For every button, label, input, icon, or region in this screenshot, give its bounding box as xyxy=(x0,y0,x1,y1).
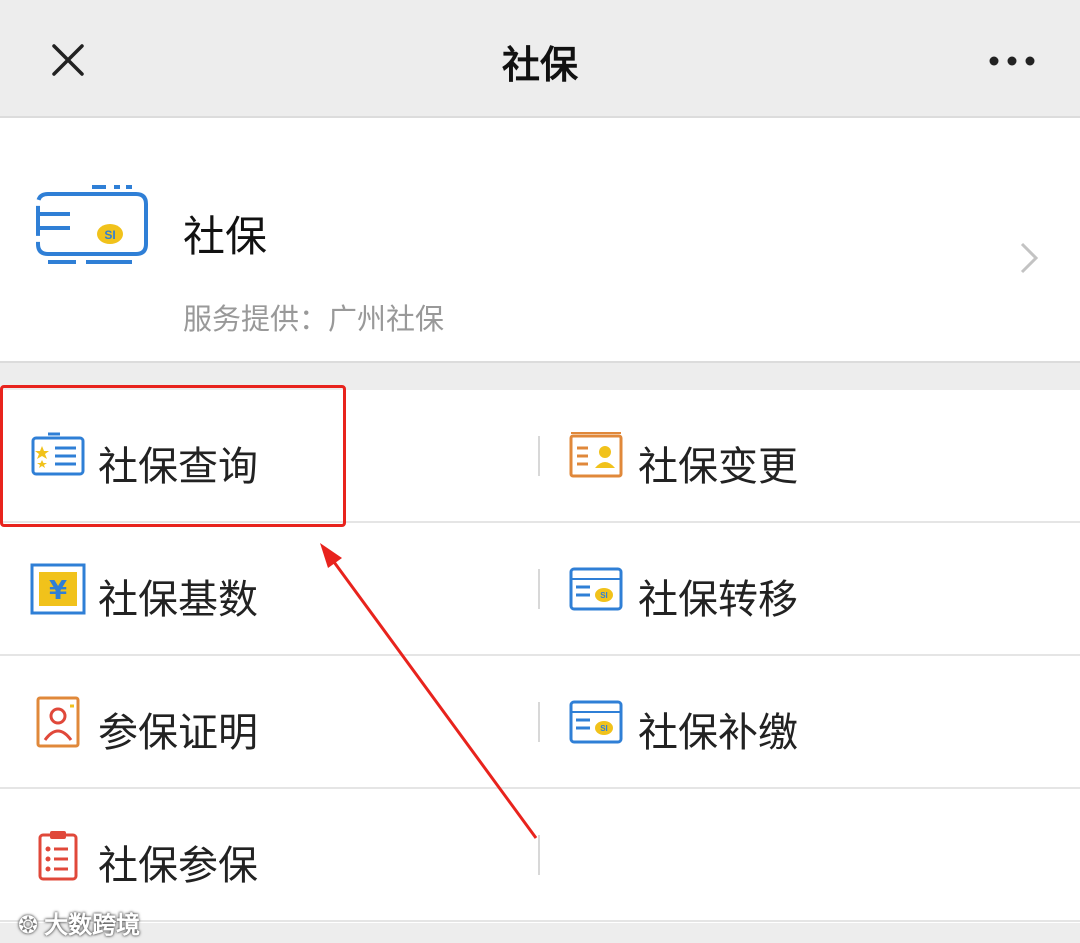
grid-row: 参保证明 SI 社保补缴 xyxy=(0,656,1080,789)
service-name: 社保 xyxy=(183,212,268,261)
grid-item-label: 社保变更 xyxy=(638,444,798,490)
grid-item-label: 社保基数 xyxy=(98,577,258,623)
watermark-logo-icon: ❂ xyxy=(18,911,39,939)
grid-item-label: 社保查询 xyxy=(98,444,258,490)
profile-card-icon xyxy=(569,432,623,478)
yuan-icon: ¥ xyxy=(30,563,86,615)
top-bar: 社保 xyxy=(0,0,1080,118)
grid-item-si-query[interactable]: 社保查询 xyxy=(0,390,540,521)
watermark: ❂ 大数跨境 xyxy=(18,905,140,940)
grid-item-label: 社保参保 xyxy=(98,843,258,889)
service-grid: 社保查询 社保变更 ¥ 社保基数 SI 社保转移 参保证明 SI 社保补缴 社保… xyxy=(0,390,1080,923)
watermark-text: 大数跨境 xyxy=(44,911,141,939)
id-card-icon xyxy=(31,432,85,476)
svg-text:SI: SI xyxy=(600,724,608,733)
more-icon[interactable] xyxy=(988,55,1036,67)
chevron-right-icon xyxy=(1020,242,1039,274)
si-card-icon: SI xyxy=(569,567,623,611)
grid-item-label: 社保转移 xyxy=(638,577,798,623)
grid-item-insurance-certificate[interactable]: 参保证明 xyxy=(0,656,540,787)
grid-item-si-transfer[interactable]: SI 社保转移 xyxy=(540,523,1080,654)
grid-row: 社保查询 社保变更 xyxy=(0,390,1080,523)
page-title: 社保 xyxy=(501,43,578,87)
grid-item-si-base[interactable]: ¥ 社保基数 xyxy=(0,523,540,654)
service-card[interactable]: SI 社保 服务提供：广州社保 xyxy=(0,118,1080,363)
grid-item-si-enroll[interactable]: 社保参保 xyxy=(0,789,540,920)
grid-row: ¥ 社保基数 SI 社保转移 xyxy=(0,523,1080,656)
grid-item-si-back-payment[interactable]: SI 社保补缴 xyxy=(540,656,1080,787)
clipboard-list-icon xyxy=(38,831,78,881)
grid-item-empty xyxy=(540,789,1080,920)
grid-item-label: 社保补缴 xyxy=(638,710,798,756)
service-provider: 服务提供：广州社保 xyxy=(183,302,445,336)
person-certificate-icon xyxy=(36,696,80,748)
grid-item-si-change[interactable]: 社保变更 xyxy=(540,390,1080,521)
grid-item-label: 参保证明 xyxy=(98,710,258,756)
grid-row: 社保参保 xyxy=(0,789,1080,922)
svg-text:SI: SI xyxy=(104,228,115,242)
social-security-logo: SI xyxy=(36,185,148,264)
svg-text:¥: ¥ xyxy=(49,576,67,606)
svg-text:SI: SI xyxy=(600,591,608,600)
si-card-icon: SI xyxy=(569,700,623,744)
